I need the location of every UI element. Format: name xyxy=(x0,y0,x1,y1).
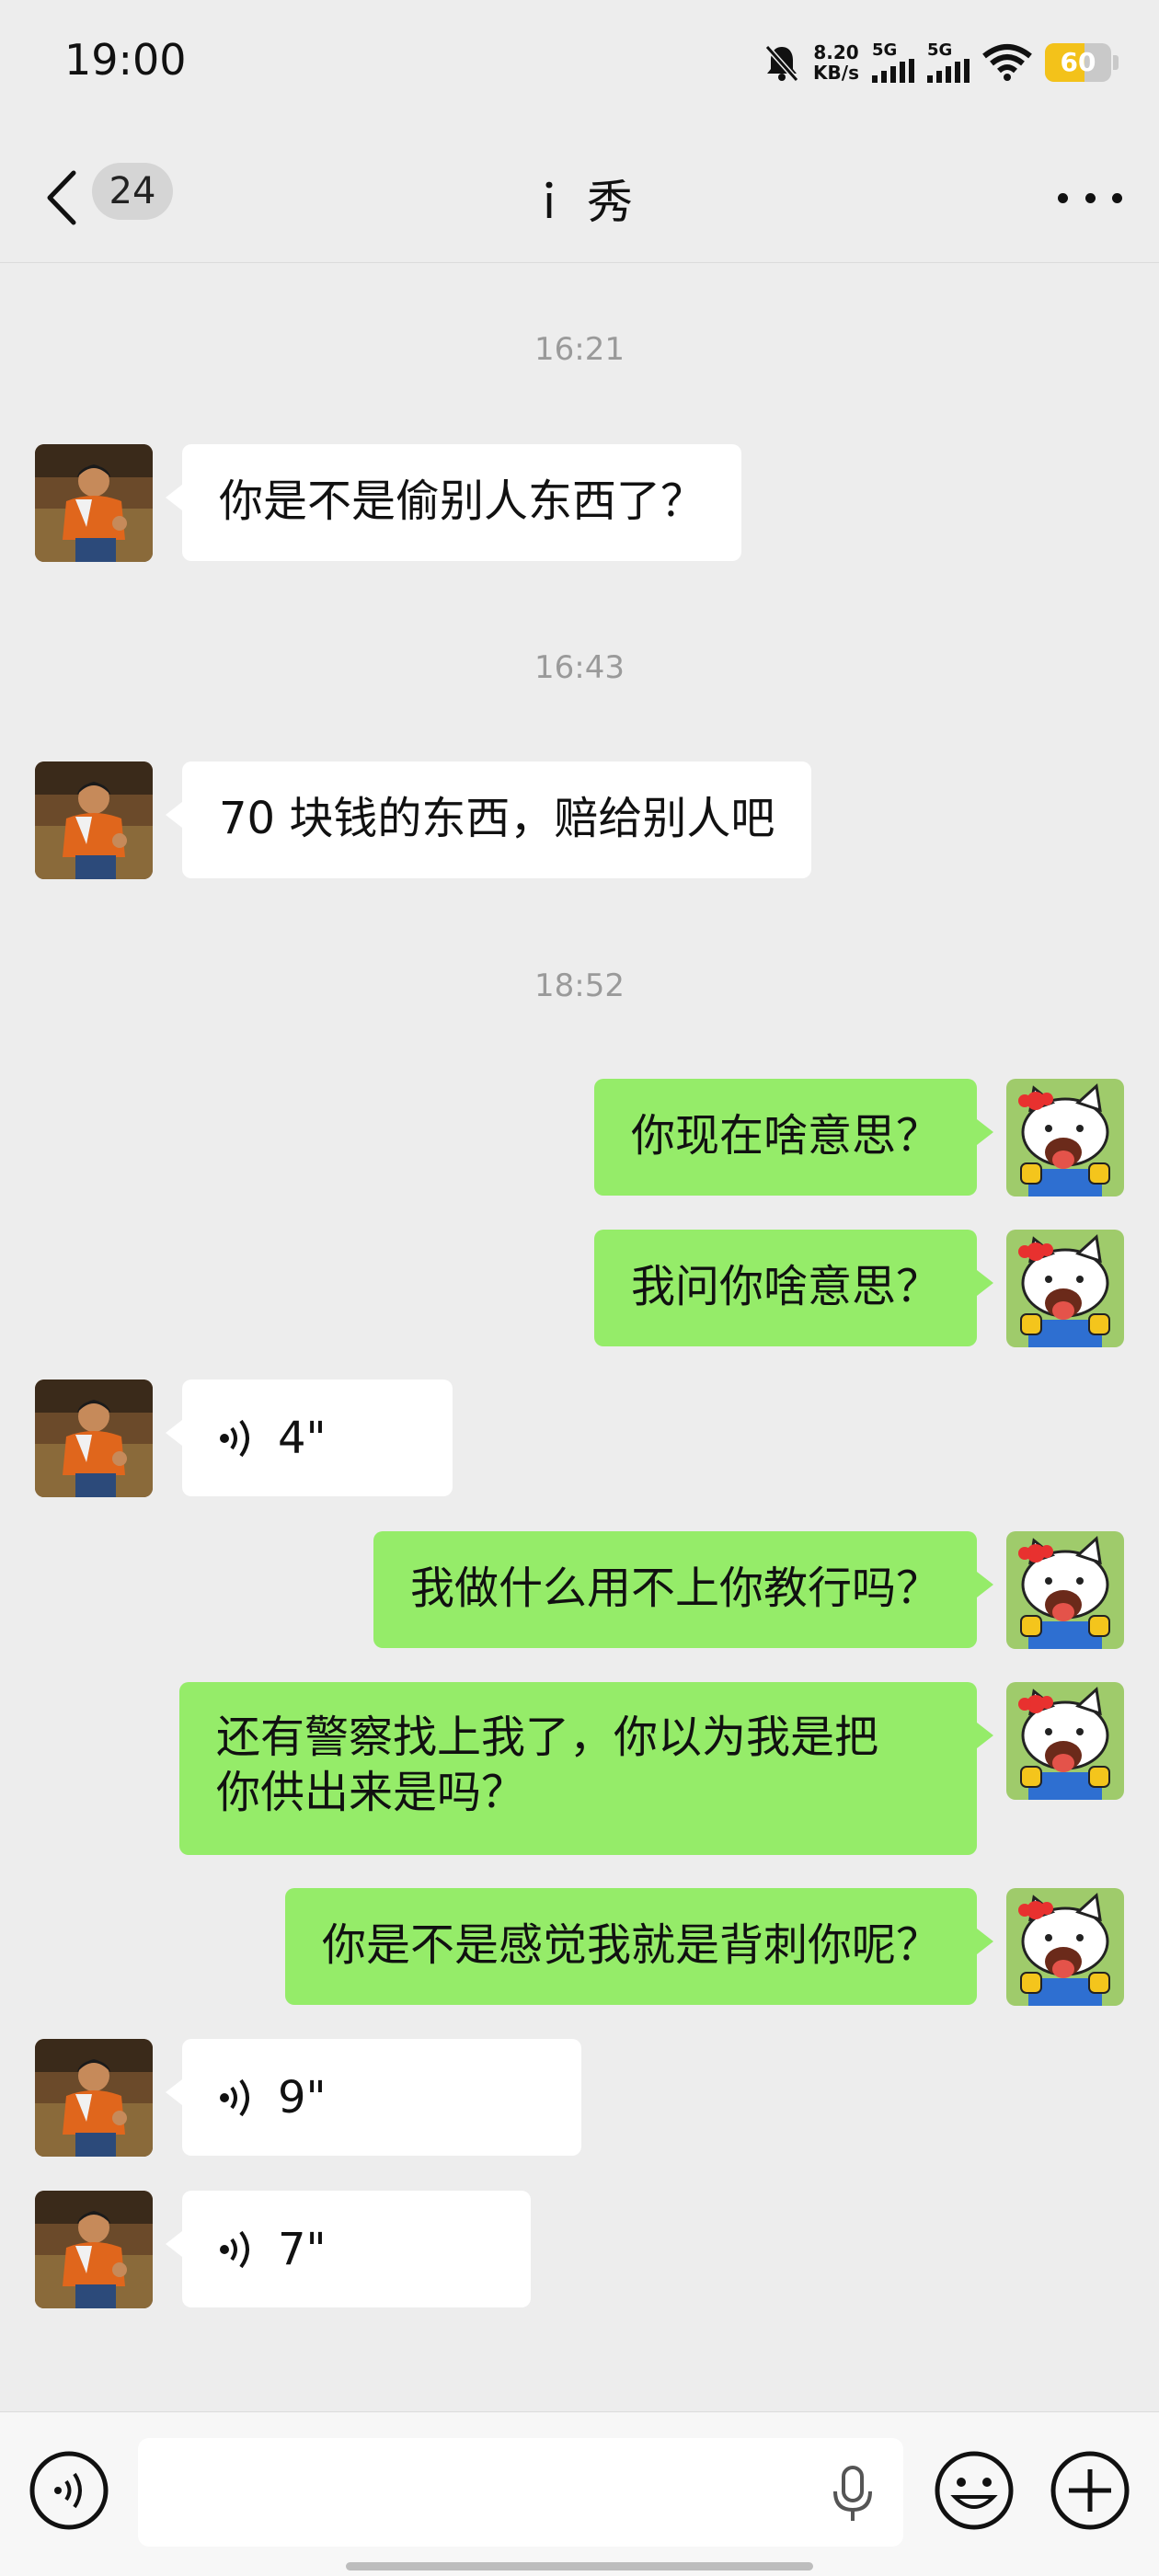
incoming-voice-message[interactable]: 4" xyxy=(166,1380,453,1496)
my-avatar[interactable] xyxy=(1006,1531,1124,1649)
incoming-voice-message[interactable]: 7" xyxy=(166,2191,531,2307)
incoming-voice-message[interactable]: 9" xyxy=(166,2039,581,2156)
plus-icon[interactable] xyxy=(1049,2449,1131,2532)
voice-wave-icon xyxy=(220,2078,249,2116)
signal-icon xyxy=(927,59,970,83)
home-indicator[interactable] xyxy=(346,2562,813,2570)
wifi-icon xyxy=(982,44,1032,81)
microphone-icon[interactable] xyxy=(830,2464,876,2523)
contact-avatar[interactable] xyxy=(35,1380,153,1497)
contact-avatar[interactable] xyxy=(35,2039,153,2157)
battery-icon: 60 xyxy=(1045,43,1111,82)
outgoing-text-message[interactable]: 你是不是感觉我就是背刺你呢？ xyxy=(284,1888,994,2005)
incoming-text-message[interactable]: 70 块钱的东西，赔给别人吧 xyxy=(165,761,812,878)
chat-header: 24 ｉ 秀 xyxy=(0,129,1159,263)
contact-avatar[interactable] xyxy=(35,761,153,879)
signal-icon xyxy=(872,59,914,83)
network-speed: 8.20 KB/s xyxy=(813,41,859,84)
my-avatar[interactable] xyxy=(1006,1079,1124,1196)
emoji-icon[interactable] xyxy=(933,2449,1016,2532)
timestamp: 18:52 xyxy=(534,967,625,1004)
signal-1: 5G xyxy=(872,42,914,83)
message-line: 还有警察找上我了，你以为我是把 xyxy=(216,1712,879,1763)
status-bar: 19:00 8.20 KB/s 5G 5G 60 xyxy=(0,0,1159,129)
voice-duration: 4" xyxy=(278,1412,327,1464)
mute-bell-icon xyxy=(764,45,799,82)
status-icons: 8.20 KB/s 5G 5G 60 xyxy=(763,37,1119,88)
outgoing-text-message[interactable]: 还有警察找上我了，你以为我是把 你供出来是吗？ xyxy=(179,1682,993,1855)
battery-tip xyxy=(1113,55,1119,70)
timestamp: 16:43 xyxy=(534,649,625,686)
contact-avatar[interactable] xyxy=(35,444,153,562)
contact-avatar[interactable] xyxy=(35,2191,153,2308)
input-bar xyxy=(0,2411,1159,2576)
status-time: 19:00 xyxy=(64,35,187,85)
message-input[interactable] xyxy=(138,2438,903,2547)
outgoing-text-message[interactable]: 你现在啥意思？ xyxy=(593,1079,994,1196)
more-dots-icon[interactable] xyxy=(1058,184,1122,212)
timestamp: 16:21 xyxy=(534,331,625,368)
my-avatar[interactable] xyxy=(1006,1230,1124,1347)
outgoing-text-message[interactable]: 我做什么用不上你教行吗？ xyxy=(373,1531,994,1648)
my-avatar[interactable] xyxy=(1006,1682,1124,1800)
voice-wave-icon xyxy=(220,1419,249,1457)
chat-title[interactable]: ｉ 秀 xyxy=(0,166,1159,232)
message-line: 你供出来是吗？ xyxy=(216,1767,526,1818)
voice-duration: 7" xyxy=(278,2223,327,2275)
voice-duration: 9" xyxy=(278,2071,327,2124)
signal-2: 5G xyxy=(927,42,970,83)
outgoing-text-message[interactable]: 我问你啥意思？ xyxy=(593,1230,994,1346)
my-avatar[interactable] xyxy=(1006,1888,1124,2006)
incoming-text-message[interactable]: 你是不是偷别人东西了？ xyxy=(165,444,742,561)
voice-mode-icon[interactable] xyxy=(28,2449,110,2532)
voice-wave-icon xyxy=(220,2230,249,2268)
